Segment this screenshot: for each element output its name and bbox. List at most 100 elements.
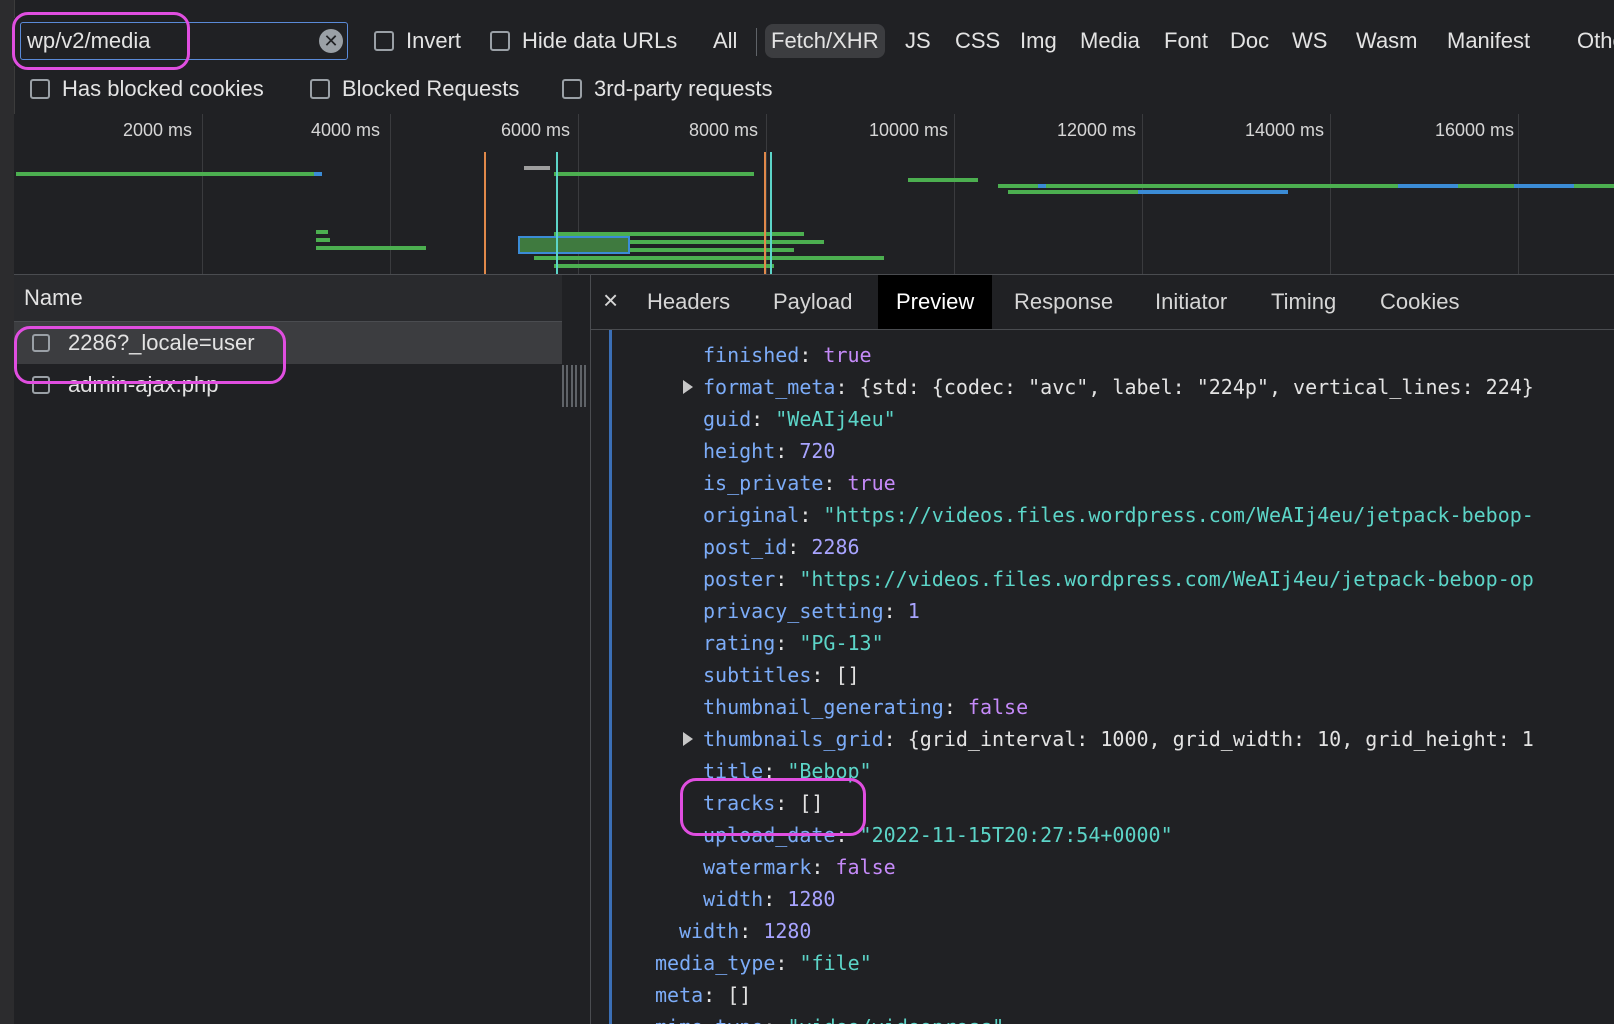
checkbox-box[interactable] [490, 31, 510, 51]
type-filter-doc[interactable]: Doc [1224, 24, 1275, 58]
hide-data-urls-checkbox[interactable]: Hide data URLs [490, 26, 677, 56]
drag-handle-icon[interactable] [562, 365, 586, 407]
request-name: admin-ajax.php [68, 372, 219, 397]
tab-cookies[interactable]: Cookies [1362, 275, 1477, 329]
json-value: true [823, 343, 872, 367]
timeline-bar [316, 238, 330, 242]
timeline-bar [1398, 184, 1458, 188]
type-filter-all[interactable]: All [707, 24, 743, 58]
timeline-tick: 6000 ms [501, 120, 571, 140]
checkbox-box[interactable] [374, 31, 394, 51]
timeline-bar [1514, 184, 1574, 188]
clear-filter-icon[interactable]: ✕ [319, 29, 343, 53]
network-overview-timeline[interactable]: 2000 ms 4000 ms 6000 ms 8000 ms 10000 ms… [14, 114, 1614, 275]
tab-preview[interactable]: Preview [878, 275, 993, 329]
json-key: post_id [703, 535, 788, 559]
has-blocked-cookies-checkbox[interactable]: Has blocked cookies [30, 74, 264, 104]
json-preview[interactable]: finished: true format_meta: {std: {codec:… [591, 330, 1614, 1024]
json-property-original: original: "https://videos.files.wordpres… [703, 500, 1534, 530]
type-filter-media[interactable]: Media [1074, 24, 1146, 58]
json-colon: : [775, 631, 800, 655]
invert-checkbox[interactable]: Invert [374, 26, 461, 56]
checkbox-box[interactable] [562, 79, 582, 99]
json-property-media-type: media_type: "file" [655, 948, 872, 978]
type-filter-fetch-xhr[interactable]: Fetch/XHR [765, 24, 885, 58]
request-row[interactable]: 2286?_locale=user [14, 322, 562, 364]
type-filter-wasm[interactable]: Wasm [1350, 24, 1424, 58]
json-value: 1280 [763, 919, 812, 943]
timeline-bar [554, 172, 754, 176]
json-value: "Bebop" [787, 759, 872, 783]
dom-content-loaded-marker [484, 152, 486, 274]
third-party-checkbox[interactable]: 3rd-party requests [562, 74, 773, 104]
json-property-width: width: 1280 [703, 884, 835, 914]
tab-initiator[interactable]: Initiator [1137, 275, 1245, 329]
json-value: [] [727, 983, 752, 1007]
type-filter-font[interactable]: Font [1158, 24, 1214, 58]
timeline-marker [556, 152, 558, 274]
panel-splitter[interactable] [562, 275, 591, 1024]
invert-label: Invert [406, 28, 462, 53]
json-value: {grid_interval: 1000, grid_width: 10, gr… [907, 727, 1534, 751]
close-icon[interactable]: × [603, 285, 618, 316]
timeline-bar [908, 178, 978, 182]
request-name: 2286?_locale=user [68, 330, 255, 355]
timeline-tick: 16000 ms [1435, 120, 1515, 140]
timeline-bar [316, 230, 328, 234]
timeline-gridline [1142, 114, 1143, 274]
json-value: false [967, 695, 1029, 719]
timeline-tick: 14000 ms [1245, 120, 1325, 140]
tab-timing[interactable]: Timing [1253, 275, 1354, 329]
tab-response[interactable]: Response [996, 275, 1131, 329]
load-event-marker [764, 152, 766, 274]
name-column-header[interactable]: Name [14, 275, 562, 322]
window-edge [0, 0, 15, 1024]
json-property-upload-date: upload_date: "2022-11-15T20:27:54+0000" [703, 820, 1173, 850]
type-filter-other[interactable]: Other [1571, 24, 1614, 58]
json-colon: : [775, 951, 800, 975]
json-key: finished [703, 343, 800, 367]
filter-search-box[interactable]: ✕ [20, 22, 348, 60]
json-property-title: title: "Bebop" [703, 756, 872, 786]
json-colon: : [943, 695, 968, 719]
expand-triangle-icon[interactable] [683, 732, 693, 746]
json-property-thumbnails-grid[interactable]: thumbnails_grid: {grid_interval: 1000, g… [703, 724, 1534, 754]
tab-headers[interactable]: Headers [629, 275, 748, 329]
type-filter-css[interactable]: CSS [949, 24, 1006, 58]
json-property-subtitles: subtitles: [] [703, 660, 860, 690]
expand-triangle-icon[interactable] [683, 380, 693, 394]
request-list-panel: Name 2286?_locale=user admin-ajax.php [14, 275, 563, 1024]
timeline-bar [534, 256, 884, 260]
json-colon: : [763, 887, 788, 911]
json-key: upload_date [703, 823, 836, 847]
json-colon: : [883, 599, 908, 623]
json-colon: : [823, 471, 848, 495]
checkbox-box[interactable] [30, 79, 50, 99]
blocked-requests-checkbox[interactable]: Blocked Requests [310, 74, 519, 104]
timeline-bar [1038, 184, 1046, 188]
type-filter-img[interactable]: Img [1014, 24, 1063, 58]
third-party-label: 3rd-party requests [594, 76, 773, 101]
filter-toolbar-secondary: Has blocked cookies Blocked Requests 3rd… [14, 66, 1614, 115]
timeline-bar [1138, 190, 1288, 194]
json-key: title [703, 759, 764, 783]
request-row[interactable]: admin-ajax.php [14, 364, 562, 406]
json-key: guid [703, 407, 752, 431]
json-value: {std: {codec: "avc", label: "224p", vert… [859, 375, 1534, 399]
timeline-bar [524, 166, 550, 170]
tab-payload[interactable]: Payload [755, 275, 871, 329]
json-colon: : [883, 727, 908, 751]
json-key: poster [703, 567, 776, 591]
type-filter-manifest[interactable]: Manifest [1441, 24, 1536, 58]
request-detail-panel: × Headers Payload Preview Response Initi… [591, 275, 1614, 1024]
checkbox-box[interactable] [310, 79, 330, 99]
json-property-format-meta[interactable]: format_meta: {std: {codec: "avc", label:… [703, 372, 1534, 402]
json-property-thumbnail-generating: thumbnail_generating: false [703, 692, 1028, 722]
json-property-is-private: is_private: true [703, 468, 896, 498]
json-property-mime-type: mime_type: "video/videopress" [655, 1012, 1004, 1024]
json-key: rating [703, 631, 776, 655]
filter-input[interactable] [27, 27, 297, 55]
type-filter-ws[interactable]: WS [1286, 24, 1333, 58]
json-key: is_private [703, 471, 824, 495]
type-filter-js[interactable]: JS [899, 24, 937, 58]
